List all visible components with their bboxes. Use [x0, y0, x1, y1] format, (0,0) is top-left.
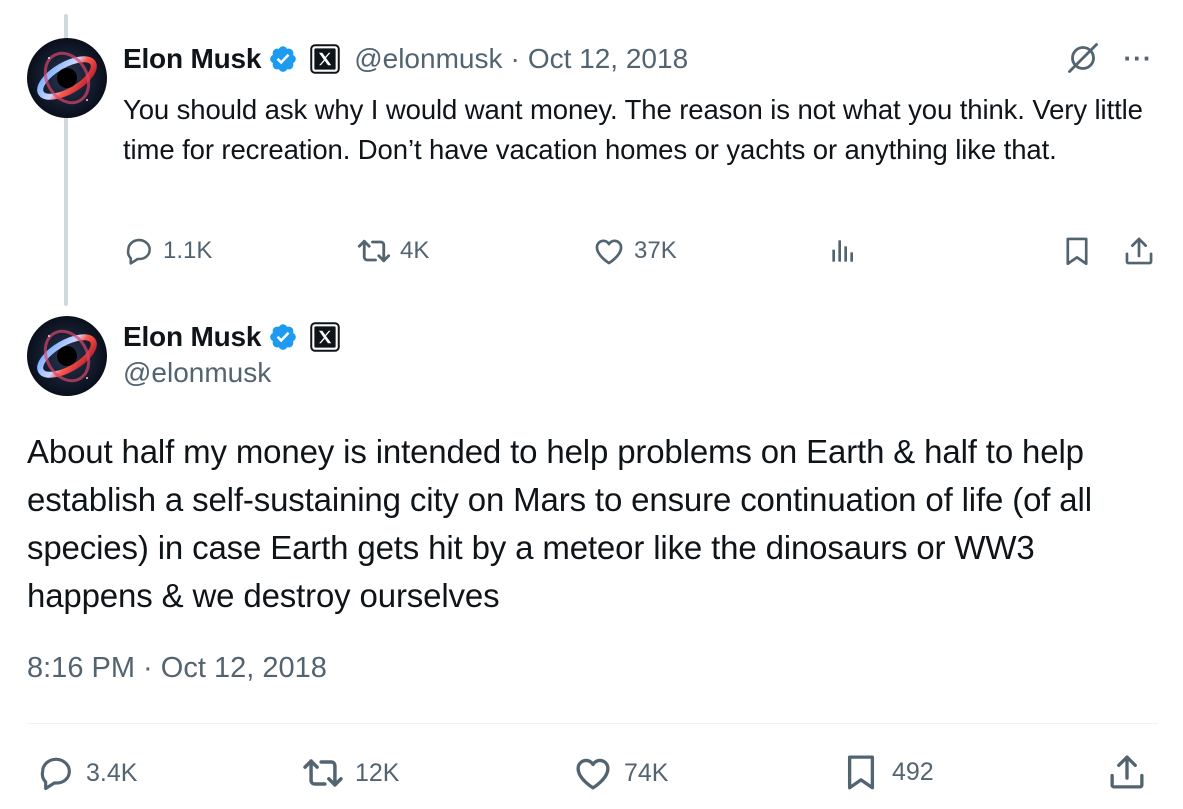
- retweet-button[interactable]: 4K: [356, 234, 429, 268]
- retweet-count: 4K: [400, 237, 430, 264]
- views-icon: [827, 235, 859, 267]
- main-tweet-text: About half my money is intended to help …: [27, 433, 1092, 614]
- like-count: 37K: [634, 237, 677, 264]
- reply-icon: [123, 235, 155, 267]
- reply-tweet-header: Elon Musk @elonmusk · Oct 12, 2018: [123, 40, 688, 78]
- author-name[interactable]: Elon Musk: [123, 321, 261, 353]
- verified-badge-icon[interactable]: [268, 44, 298, 74]
- tweet-timestamp[interactable]: 8:16 PM · Oct 12, 2018: [27, 652, 327, 685]
- grok-icon[interactable]: [1065, 40, 1101, 76]
- x-logo-badge-icon[interactable]: [310, 322, 340, 352]
- main-tweet-header: Elon Musk: [123, 318, 340, 356]
- bookmark-button[interactable]: 492: [840, 752, 934, 792]
- reply-count: 1.1K: [163, 237, 213, 264]
- reply-tweet-text: You should ask why I would want money. T…: [123, 94, 1143, 165]
- author-handle[interactable]: @elonmusk: [123, 357, 271, 389]
- avatar[interactable]: [27, 38, 107, 118]
- share-icon: [1122, 234, 1156, 268]
- x-logo-badge-icon[interactable]: [310, 44, 340, 74]
- avatar[interactable]: [27, 316, 107, 396]
- verified-badge-icon[interactable]: [268, 322, 298, 352]
- like-button[interactable]: 37K: [592, 234, 677, 268]
- reply-count: 3.4K: [86, 758, 138, 787]
- tweet-date[interactable]: Oct 12, 2018: [528, 43, 688, 75]
- heart-icon: [572, 752, 614, 794]
- retweet-count: 12K: [355, 758, 400, 787]
- share-button[interactable]: [1122, 233, 1156, 269]
- like-count: 74K: [624, 758, 669, 787]
- bookmark-count: 492: [892, 757, 934, 786]
- author-handle[interactable]: @elonmusk: [354, 43, 502, 75]
- share-button[interactable]: [1106, 752, 1148, 792]
- bookmark-button[interactable]: [1060, 233, 1094, 269]
- avatar-image: [27, 38, 107, 118]
- like-button[interactable]: 74K: [572, 754, 668, 792]
- reply-button[interactable]: 3.4K: [36, 754, 137, 792]
- bookmark-icon: [840, 751, 882, 793]
- divider: [27, 723, 1158, 724]
- avatar-image: [27, 316, 107, 396]
- reply-icon: [36, 753, 76, 793]
- heart-icon: [592, 234, 626, 268]
- reply-button[interactable]: 1.1K: [123, 234, 212, 268]
- retweet-icon: [301, 751, 345, 795]
- retweet-icon: [356, 233, 392, 269]
- author-name[interactable]: Elon Musk: [123, 43, 261, 75]
- bookmark-icon: [1060, 234, 1094, 268]
- retweet-button[interactable]: 12K: [301, 753, 399, 793]
- share-icon: [1106, 751, 1148, 793]
- more-icon[interactable]: ···: [1120, 40, 1156, 76]
- separator-dot: ·: [510, 43, 520, 74]
- views-button[interactable]: [827, 234, 859, 268]
